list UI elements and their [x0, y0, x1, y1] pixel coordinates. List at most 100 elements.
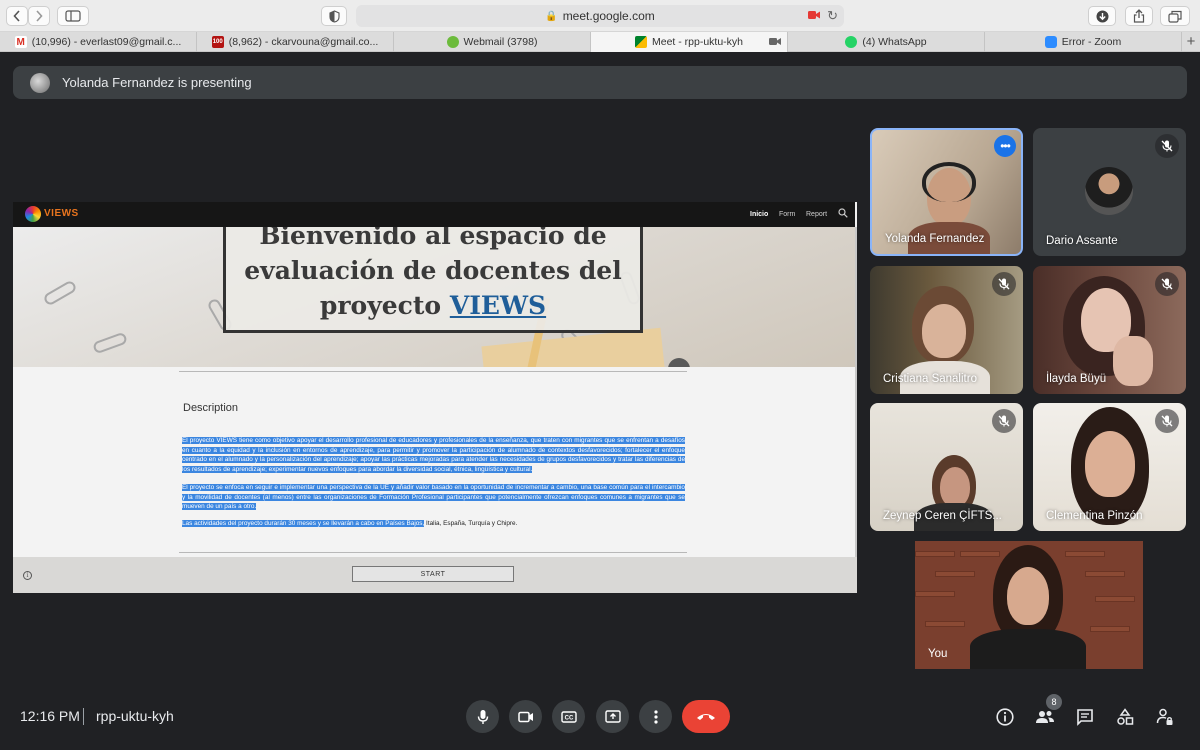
divider [179, 371, 687, 372]
meeting-details-button[interactable] [993, 705, 1017, 729]
forward-button[interactable] [28, 6, 50, 26]
views-link[interactable]: VIEWS [450, 291, 546, 320]
description-paragraph: El proyecto VIEWS tiene como objetivo ap… [182, 436, 685, 474]
headphones-image [922, 162, 976, 202]
captions-button[interactable]: CC [552, 700, 585, 733]
tab-label: (10,996) - everlast09@gmail.c... [31, 36, 182, 48]
shield-icon [328, 9, 340, 23]
description-paragraph: El proyecto se enfoca en seguir e implem… [182, 483, 685, 512]
tab-webmail[interactable]: Webmail (3798) [394, 32, 591, 52]
tab-overview-button[interactable] [1160, 6, 1190, 26]
leave-call-button[interactable] [682, 700, 730, 733]
back-button[interactable] [6, 6, 28, 26]
nav-link-form[interactable]: Form [779, 211, 795, 218]
info-icon[interactable]: i [23, 571, 32, 580]
tab-mail-ckarvouna[interactable]: 100 (8,962) - ckarvouna@gmail.co... [197, 32, 394, 52]
participant-name: You [928, 648, 948, 660]
tab-gmail-everlast[interactable]: M (10,996) - everlast09@gmail.c... [0, 32, 197, 52]
tab-whatsapp[interactable]: (4) WhatsApp [788, 32, 985, 52]
share-button[interactable] [1125, 6, 1153, 26]
brick-wall-image [1095, 596, 1135, 602]
participant-face [1085, 431, 1135, 497]
info-icon [996, 708, 1014, 726]
nav-link-report[interactable]: Report [806, 211, 827, 218]
presenting-banner: Yolanda Fernandez is presenting [13, 66, 1187, 99]
activities-icon [1117, 708, 1134, 725]
mic-off-icon [1155, 134, 1179, 158]
website-navbar: VIEWS Inicio Form Report [13, 202, 855, 227]
self-view-tile[interactable]: You [915, 541, 1143, 669]
screen-footer: i START [13, 557, 857, 593]
participant-name: Cristiana Sanalitro [883, 373, 977, 385]
hero-title: Bienvenido al espacio de evaluación de d… [226, 227, 640, 323]
mic-off-icon [992, 272, 1016, 296]
present-screen-button[interactable] [596, 700, 629, 733]
reload-icon[interactable]: ↻ [827, 8, 838, 24]
privacy-report-button[interactable] [321, 6, 347, 26]
participant-tile-yolanda[interactable]: ••• Yolanda Fernandez [870, 128, 1023, 256]
new-tab-button[interactable]: + [1182, 32, 1200, 51]
shared-screen: VIEWS Inicio Form Report Bienvenido al e… [13, 202, 857, 593]
carousel-dot[interactable] [668, 358, 690, 367]
participant-tile-ilayda[interactable]: İlayda Büyü [1033, 266, 1186, 394]
activities-button[interactable] [1113, 705, 1137, 729]
download-icon [1096, 10, 1108, 22]
participant-name: Zeynep Ceren ÇİFTS... [883, 510, 1002, 522]
tab-label: Error - Zoom [1061, 36, 1122, 48]
host-controls-button[interactable] [1153, 705, 1177, 729]
lock-icon: 🔒 [545, 10, 558, 22]
tab-label: (4) WhatsApp [862, 36, 927, 48]
hangup-icon [697, 714, 715, 720]
camera-active-icon[interactable] [808, 10, 820, 20]
tabs-icon [1168, 10, 1182, 23]
selected-text: El proyecto se enfoca en seguir e implem… [182, 484, 685, 511]
sidebar-icon [65, 10, 81, 22]
participant-tile-clementina[interactable]: Clementina Pinzón [1033, 403, 1186, 531]
more-options-button[interactable]: ••• [994, 135, 1016, 157]
search-icon[interactable] [838, 208, 848, 218]
chat-button[interactable] [1073, 705, 1097, 729]
hero-title-prefix: proyecto [319, 291, 450, 320]
svg-text:CC: CC [564, 715, 573, 721]
tab-meet[interactable]: Meet - rpp-uktu-kyh [591, 32, 788, 52]
start-button[interactable]: START [352, 566, 514, 582]
gmail-icon: M [14, 36, 27, 48]
more-options-button[interactable] [639, 700, 672, 733]
participant-name: İlayda Büyü [1046, 373, 1107, 385]
brick-wall-image [1085, 571, 1125, 577]
description-section: Description El proyecto VIEWS tiene como… [13, 367, 855, 557]
brick-wall-image [960, 551, 1000, 557]
address-bar[interactable]: 🔒 meet.google.com ↻ [356, 5, 844, 27]
avatar [30, 72, 50, 93]
brick-wall-image [935, 571, 975, 577]
downloads-button[interactable] [1088, 6, 1116, 26]
participant-tile-cristiana[interactable]: Cristiana Sanalitro [870, 266, 1023, 394]
mic-button[interactable] [466, 700, 499, 733]
hero-title-line: proyecto VIEWS [226, 288, 640, 323]
participant-hand [1113, 336, 1153, 386]
meeting-code: rpp-uktu-kyh [96, 708, 174, 724]
scrollbar[interactable] [855, 227, 857, 557]
divider [179, 552, 687, 553]
url-text: meet.google.com [562, 9, 655, 23]
mail-icon: 100 [211, 36, 224, 48]
views-logo-icon[interactable] [25, 206, 41, 222]
brick-wall-image [915, 591, 955, 597]
participant-body [970, 629, 1086, 669]
hero-banner: Bienvenido al espacio de evaluación de d… [13, 227, 855, 367]
chat-icon [1077, 709, 1093, 726]
tab-zoom[interactable]: Error - Zoom [985, 32, 1182, 52]
sidebar-toggle-button[interactable] [57, 6, 89, 26]
camera-button[interactable] [509, 700, 542, 733]
clock: 12:16 PM [20, 708, 80, 724]
mic-off-icon [1155, 409, 1179, 433]
nav-link-inicio[interactable]: Inicio [750, 211, 768, 218]
description-paragraph: Las actividades del proyecto durarán 30 … [182, 519, 685, 529]
mic-off-icon [992, 409, 1016, 433]
hero-title-line: evaluación de docentes del [244, 256, 622, 285]
brick-wall-image [915, 551, 955, 557]
participant-tile-dario[interactable]: Dario Assante [1033, 128, 1186, 256]
participant-name: Yolanda Fernandez [885, 233, 985, 245]
paperclip-image [91, 331, 129, 355]
participant-tile-zeynep[interactable]: Zeynep Ceren ÇİFTS... [870, 403, 1023, 531]
